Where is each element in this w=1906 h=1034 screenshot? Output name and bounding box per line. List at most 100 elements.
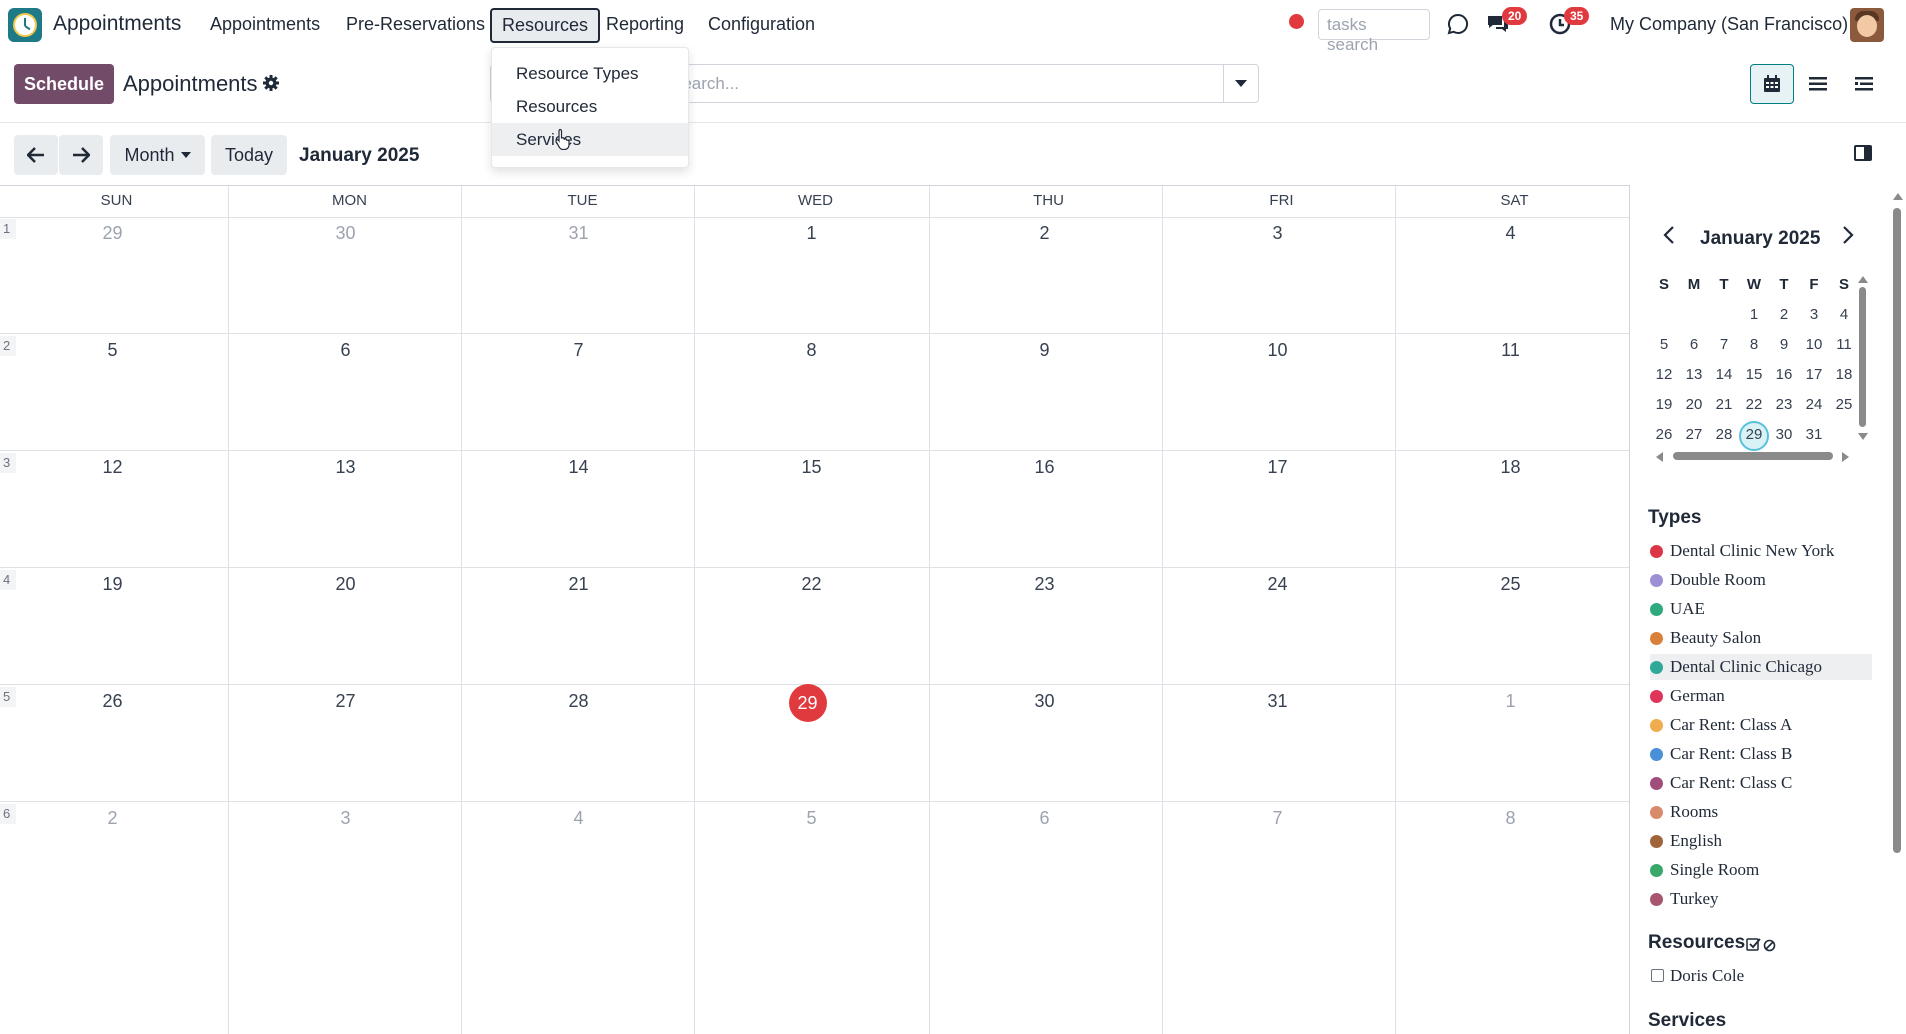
day-number[interactable]: 14 xyxy=(462,457,695,478)
type-filter-item[interactable]: Turkey xyxy=(1650,886,1872,912)
mini-calendar-day[interactable]: 23 xyxy=(1769,396,1799,413)
type-filter-item[interactable]: Double Room xyxy=(1650,567,1872,593)
day-number[interactable]: 11 xyxy=(1394,340,1627,361)
type-filter-item[interactable]: Car Rent: Class C xyxy=(1650,770,1872,796)
mini-calendar-day[interactable]: 6 xyxy=(1679,336,1709,353)
mini-calendar-prev-icon[interactable] xyxy=(1662,225,1676,250)
day-number[interactable]: 24 xyxy=(1161,574,1394,595)
scroll-up-icon[interactable] xyxy=(1858,276,1868,283)
calendar-view-icon[interactable] xyxy=(1750,64,1794,104)
mini-calendar-day[interactable]: 17 xyxy=(1799,366,1829,383)
day-number[interactable]: 17 xyxy=(1161,457,1394,478)
mini-calendar-day[interactable]: 8 xyxy=(1739,336,1769,353)
day-number[interactable]: 3 xyxy=(1161,223,1394,244)
mini-calendar-day[interactable]: 31 xyxy=(1799,426,1829,443)
nav-appointments[interactable]: Appointments xyxy=(210,14,320,35)
mini-calendar-day[interactable]: 12 xyxy=(1649,366,1679,383)
day-number[interactable]: 16 xyxy=(928,457,1161,478)
mini-calendar-day[interactable]: 2 xyxy=(1769,306,1799,323)
mini-calendar-vertical-scrollbar[interactable] xyxy=(1859,287,1866,427)
mini-calendar-horizontal-scrollbar[interactable] xyxy=(1673,452,1833,460)
sidebar-toggle-icon[interactable] xyxy=(1854,145,1872,161)
mini-calendar-day[interactable]: 27 xyxy=(1679,426,1709,443)
nav-resources[interactable]: Resources xyxy=(490,8,601,43)
day-number[interactable]: 27 xyxy=(229,691,462,712)
mini-calendar-day[interactable]: 21 xyxy=(1709,396,1739,413)
resource-filter-item[interactable]: Doris Cole xyxy=(1670,966,1744,986)
page-vertical-scrollbar[interactable] xyxy=(1893,208,1901,853)
mini-calendar-day[interactable]: 15 xyxy=(1739,366,1769,383)
day-number[interactable]: 10 xyxy=(1161,340,1394,361)
scroll-left-icon[interactable] xyxy=(1656,452,1663,462)
scale-dropdown[interactable]: Month xyxy=(110,135,205,175)
day-number[interactable]: 8 xyxy=(1394,808,1627,829)
mini-calendar-day[interactable]: 28 xyxy=(1709,426,1739,443)
app-logo-icon[interactable] xyxy=(8,8,42,42)
type-filter-item[interactable]: English xyxy=(1650,828,1872,854)
type-filter-item[interactable]: Dental Clinic Chicago xyxy=(1650,654,1872,680)
scroll-right-icon[interactable] xyxy=(1842,452,1849,462)
list-view-icon[interactable] xyxy=(1796,64,1840,104)
mini-calendar-next-icon[interactable] xyxy=(1841,225,1855,250)
day-number[interactable]: 9 xyxy=(928,340,1161,361)
mini-calendar-day[interactable]: 26 xyxy=(1649,426,1679,443)
day-number[interactable]: 31 xyxy=(1161,691,1394,712)
day-number[interactable]: 8 xyxy=(695,340,928,361)
day-number[interactable]: 30 xyxy=(928,691,1161,712)
previous-period-button[interactable] xyxy=(14,135,58,175)
mini-calendar-day[interactable]: 14 xyxy=(1709,366,1739,383)
mini-calendar-day[interactable]: 16 xyxy=(1769,366,1799,383)
day-number[interactable]: 19 xyxy=(0,574,229,595)
today-day-number[interactable]: 29 xyxy=(788,684,827,722)
gear-icon[interactable] xyxy=(262,74,280,97)
day-number[interactable]: 4 xyxy=(462,808,695,829)
search-options-toggle[interactable] xyxy=(1223,64,1259,103)
day-number[interactable]: 4 xyxy=(1394,223,1627,244)
day-number[interactable]: 2 xyxy=(928,223,1161,244)
mini-calendar-day[interactable]: 24 xyxy=(1799,396,1829,413)
day-number[interactable]: 21 xyxy=(462,574,695,595)
day-number[interactable]: 3 xyxy=(229,808,462,829)
type-filter-item[interactable]: Rooms xyxy=(1650,799,1872,825)
mini-calendar-day[interactable]: 13 xyxy=(1679,366,1709,383)
day-number[interactable]: 20 xyxy=(229,574,462,595)
day-number[interactable]: 2 xyxy=(0,808,229,829)
day-number[interactable]: 6 xyxy=(229,340,462,361)
user-avatar[interactable] xyxy=(1850,8,1884,42)
dropdown-item-resource-types[interactable]: Resource Types xyxy=(492,57,688,90)
mini-calendar-day[interactable]: 29 xyxy=(1739,426,1769,443)
day-number[interactable]: 23 xyxy=(928,574,1161,595)
scroll-down-icon[interactable] xyxy=(1858,433,1868,440)
dropdown-item-resources[interactable]: Resources xyxy=(492,90,688,123)
day-number[interactable]: 22 xyxy=(695,574,928,595)
day-number[interactable]: 30 xyxy=(229,223,462,244)
mini-calendar-day[interactable]: 5 xyxy=(1649,336,1679,353)
type-filter-item[interactable]: Dental Clinic New York xyxy=(1650,538,1872,564)
mini-calendar-day[interactable]: 18 xyxy=(1829,366,1859,383)
schedule-button[interactable]: Schedule xyxy=(14,64,114,104)
day-number[interactable]: 6 xyxy=(928,808,1161,829)
mini-calendar-day[interactable]: 3 xyxy=(1799,306,1829,323)
day-number[interactable]: 18 xyxy=(1394,457,1627,478)
type-filter-item[interactable]: Single Room xyxy=(1650,857,1872,883)
mini-calendar-day[interactable]: 20 xyxy=(1679,396,1709,413)
select-all-check-icon[interactable] xyxy=(1746,936,1761,956)
day-number[interactable]: 29 xyxy=(0,223,229,244)
day-number[interactable]: 26 xyxy=(0,691,229,712)
day-number[interactable]: 31 xyxy=(462,223,695,244)
mini-calendar-day[interactable]: 30 xyxy=(1769,426,1799,443)
gantt-view-icon[interactable] xyxy=(1842,64,1886,104)
nav-reporting[interactable]: Reporting xyxy=(606,14,684,35)
nav-pre-reservations[interactable]: Pre-Reservations xyxy=(346,14,485,35)
today-button[interactable]: Today xyxy=(211,135,287,175)
mini-calendar-day[interactable]: 1 xyxy=(1739,306,1769,323)
company-switcher[interactable]: My Company (San Francisco) xyxy=(1610,14,1848,35)
mini-calendar-day[interactable]: 25 xyxy=(1829,396,1859,413)
day-number[interactable]: 1 xyxy=(695,223,928,244)
app-name[interactable]: Appointments xyxy=(53,12,181,36)
mini-calendar-day[interactable]: 4 xyxy=(1829,306,1859,323)
type-filter-item[interactable]: Car Rent: Class A xyxy=(1650,712,1872,738)
type-filter-item[interactable]: Beauty Salon xyxy=(1650,625,1872,651)
day-number[interactable]: 5 xyxy=(695,808,928,829)
day-number[interactable]: 5 xyxy=(0,340,229,361)
